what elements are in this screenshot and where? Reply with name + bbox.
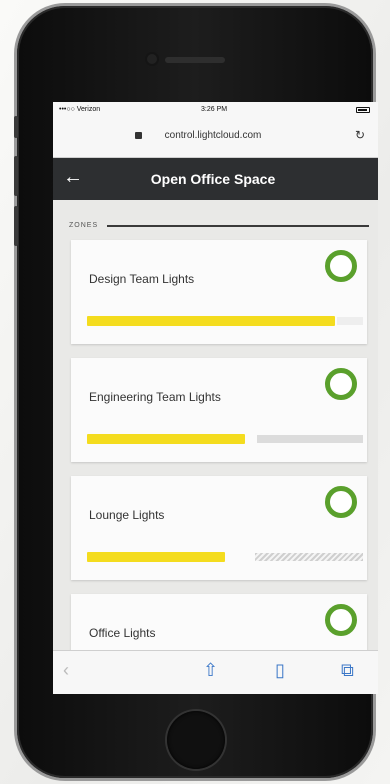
front-camera xyxy=(147,54,157,64)
browser-back-icon[interactable]: ‹ xyxy=(63,661,69,679)
browser-address-bar[interactable]: control.lightcloud.com ↻ xyxy=(53,118,378,158)
brightness-slider[interactable] xyxy=(87,552,363,562)
brightness-fill xyxy=(87,552,225,562)
phone-frame: •••○○ Verizon 3:26 PM control.lightcloud… xyxy=(14,6,378,778)
brightness-slider[interactable] xyxy=(87,316,363,326)
zones-heading: ZONES xyxy=(69,222,99,229)
zone-card-lounge[interactable]: Lounge Lights xyxy=(71,476,367,580)
zone-name: Office Lights xyxy=(89,626,156,640)
brightness-slider[interactable] xyxy=(87,434,363,444)
carrier-label: •••○○ Verizon xyxy=(59,106,101,113)
zone-card-engineering-team[interactable]: Engineering Team Lights xyxy=(71,358,367,462)
reload-icon[interactable]: ↻ xyxy=(355,128,365,142)
earpiece-speaker xyxy=(165,57,225,63)
bookmarks-icon[interactable]: ▯ xyxy=(275,661,285,679)
url-text[interactable]: control.lightcloud.com xyxy=(123,130,303,141)
brightness-remainder xyxy=(255,553,363,561)
zone-name: Engineering Team Lights xyxy=(89,390,221,404)
volume-down-button xyxy=(14,206,18,246)
phone-screen: •••○○ Verizon 3:26 PM control.lightcloud… xyxy=(53,102,378,694)
page-title: Open Office Space xyxy=(150,171,276,187)
brightness-remainder xyxy=(337,317,363,325)
zone-name: Design Team Lights xyxy=(89,272,195,286)
status-bar: •••○○ Verizon 3:26 PM xyxy=(53,102,378,118)
mute-switch xyxy=(14,116,18,138)
zone-name: Lounge Lights xyxy=(89,508,165,522)
power-toggle-icon[interactable] xyxy=(325,604,357,636)
back-arrow-icon[interactable]: ← xyxy=(63,166,83,189)
status-time: 3:26 PM xyxy=(201,106,228,113)
zone-card-design-team[interactable]: Design Team Lights xyxy=(71,240,367,344)
battery-icon xyxy=(356,107,370,113)
home-button[interactable] xyxy=(167,711,225,769)
brightness-fill xyxy=(87,434,245,444)
zones-divider xyxy=(107,225,369,227)
brightness-fill xyxy=(87,316,335,326)
volume-up-button xyxy=(14,156,18,196)
brightness-remainder xyxy=(257,435,363,443)
tabs-icon[interactable]: ⧉ xyxy=(341,661,354,679)
share-icon[interactable]: ⇧ xyxy=(203,661,218,679)
browser-toolbar: ‹ ⇧ ▯ ⧉ xyxy=(53,650,378,694)
power-toggle-icon[interactable] xyxy=(325,250,357,282)
power-toggle-icon[interactable] xyxy=(325,368,357,400)
app-header: ← Open Office Space xyxy=(53,158,378,200)
power-toggle-icon[interactable] xyxy=(325,486,357,518)
